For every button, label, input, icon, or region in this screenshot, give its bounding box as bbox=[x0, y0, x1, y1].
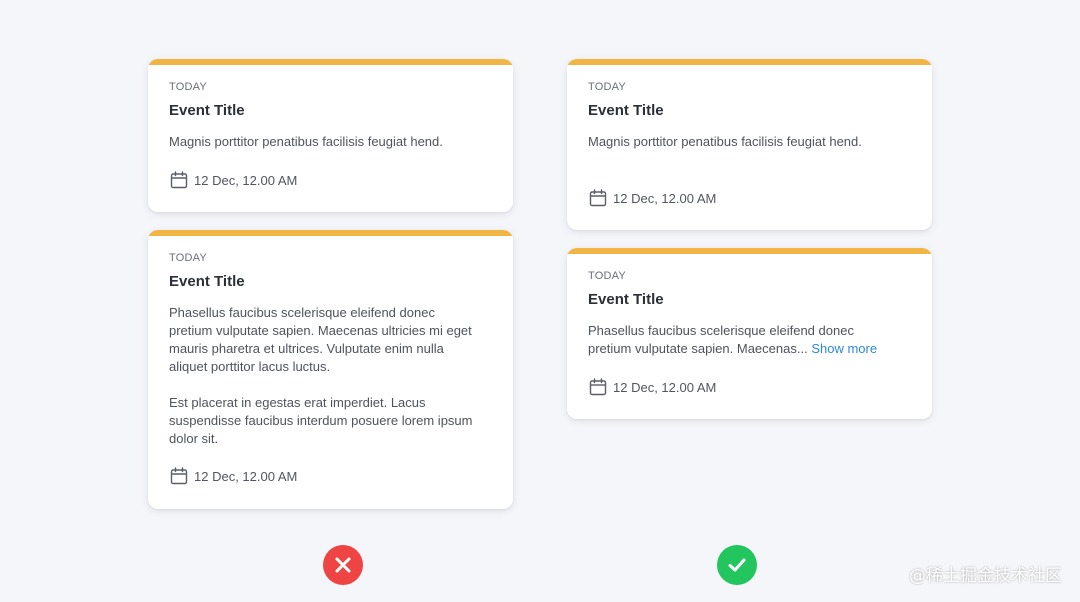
card-day-label: TODAY bbox=[588, 81, 626, 93]
card-day-label: TODAY bbox=[169, 81, 207, 93]
event-card-long-left: TODAY Event Title Phasellus faucibus sce… bbox=[148, 230, 513, 509]
card-description: Phasellus faucibus scelerisque eleifend … bbox=[169, 304, 492, 448]
show-more-link[interactable]: Show more bbox=[811, 341, 877, 356]
card-description: Magnis porttitor penatibus facilisis feu… bbox=[169, 134, 443, 149]
card-date: 12 Dec, 12.00 AM bbox=[588, 377, 716, 397]
card-date: 12 Dec, 12.00 AM bbox=[169, 466, 297, 486]
event-card-short-left: TODAY Event Title Magnis porttitor penat… bbox=[148, 59, 513, 212]
card-day-label: TODAY bbox=[169, 252, 207, 264]
card-title: Event Title bbox=[588, 102, 664, 119]
calendar-icon bbox=[170, 467, 188, 485]
calendar-icon bbox=[170, 171, 188, 189]
description-line: suspendisse faucibus interdum posuere lo… bbox=[169, 413, 473, 428]
description-line: dolor sit. bbox=[169, 431, 219, 446]
x-circle-icon bbox=[323, 545, 363, 585]
description-line: Est placerat in egestas erat imperdiet. … bbox=[169, 395, 426, 410]
event-card-short-right: TODAY Event Title Magnis porttitor penat… bbox=[567, 59, 932, 230]
card-date-text: 12 Dec, 12.00 AM bbox=[194, 468, 298, 484]
watermark: @稀土掘金技术社区 bbox=[909, 566, 1062, 586]
card-title: Event Title bbox=[169, 273, 245, 290]
card-day-label: TODAY bbox=[588, 270, 626, 282]
description-line: Phasellus faucibus scelerisque eleifend … bbox=[588, 323, 854, 338]
card-title: Event Title bbox=[169, 102, 245, 119]
calendar-icon bbox=[589, 378, 607, 396]
card-date-text: 12 Dec, 12.00 AM bbox=[194, 172, 298, 188]
event-card-truncated-right: TODAY Event Title Phasellus faucibus sce… bbox=[567, 248, 932, 419]
card-date-text: 12 Dec, 12.00 AM bbox=[613, 379, 717, 395]
check-circle-icon bbox=[717, 545, 757, 585]
card-date: 12 Dec, 12.00 AM bbox=[588, 188, 716, 208]
description-line: pretium vulputate sapien. Maecenas ultri… bbox=[169, 323, 472, 338]
card-date: 12 Dec, 12.00 AM bbox=[169, 170, 297, 190]
description-line: aliquet porttitor lacus luctus. bbox=[169, 359, 331, 374]
card-title: Event Title bbox=[588, 291, 664, 308]
description-line: mauris pharetra et ultrices. Vulputate e… bbox=[169, 341, 444, 356]
description-line-truncated: pretium vulputate sapien. Maecenas... Sh… bbox=[588, 340, 911, 358]
description-truncated-text: pretium vulputate sapien. Maecenas... bbox=[588, 341, 808, 356]
description-line: Phasellus faucibus scelerisque eleifend … bbox=[169, 305, 435, 320]
card-description: Magnis porttitor penatibus facilisis feu… bbox=[588, 134, 862, 149]
paragraph-spacer bbox=[169, 376, 492, 394]
card-description: Phasellus faucibus scelerisque eleifend … bbox=[588, 322, 911, 358]
calendar-icon bbox=[589, 189, 607, 207]
card-date-text: 12 Dec, 12.00 AM bbox=[613, 190, 717, 206]
